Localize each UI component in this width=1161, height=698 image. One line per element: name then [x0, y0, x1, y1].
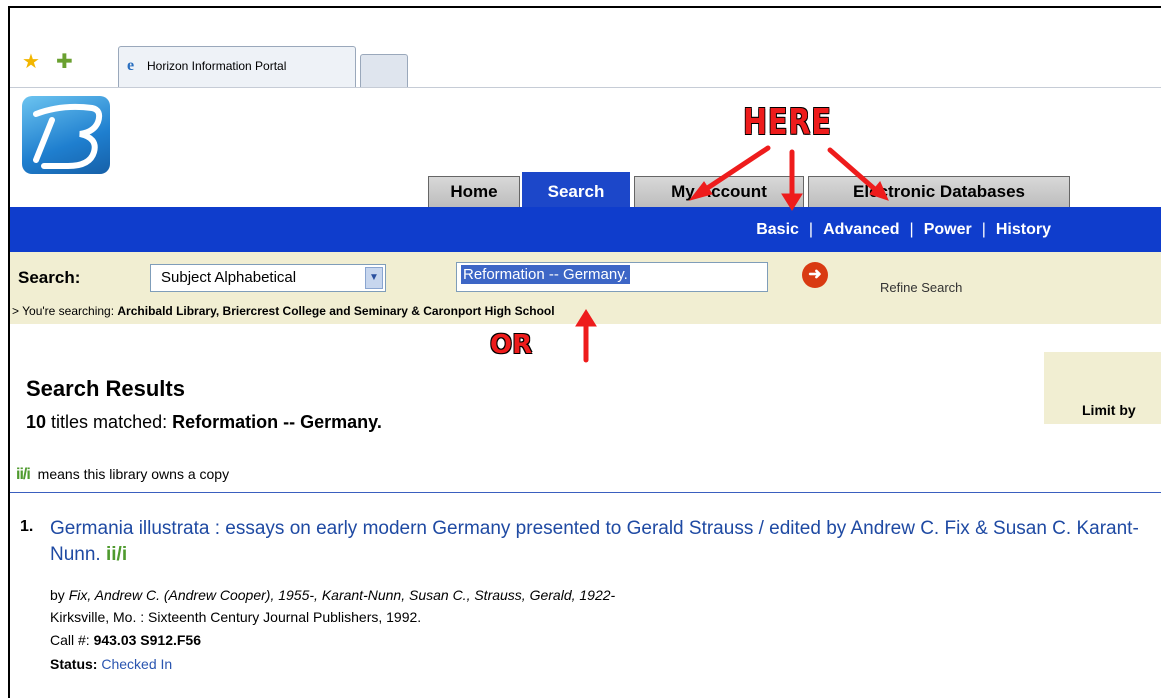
- screenshot-frame: ★ ✚ e Horizon Information Portal Home Se…: [8, 6, 1161, 698]
- arrow-to-power: [827, 147, 881, 195]
- arrow-to-basic: [697, 145, 771, 196]
- arrow-to-search-input-head: [575, 309, 597, 327]
- annotation-arrows: [575, 145, 889, 363]
- arrow-to-advanced-head: [781, 193, 803, 211]
